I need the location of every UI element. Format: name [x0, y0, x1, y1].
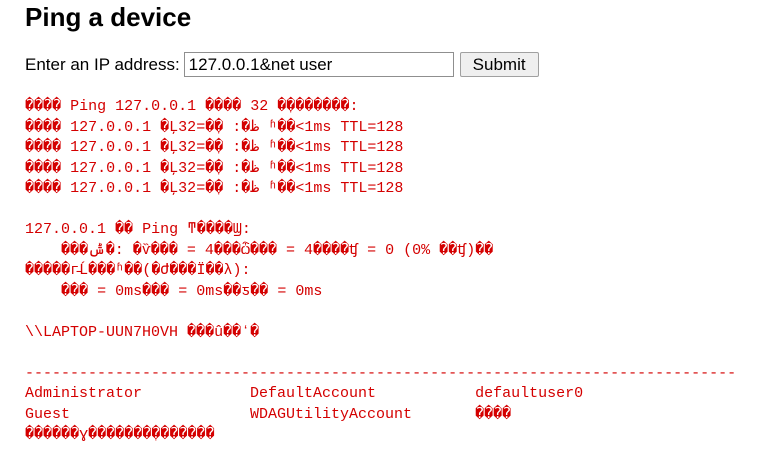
command-output: ���� Ping 127.0.0.1 ���� 32 �ֽ�������: �… — [25, 98, 737, 443]
submit-button[interactable]: Submit — [459, 52, 539, 77]
page: Ping a device Enter an IP address: Submi… — [0, 0, 766, 455]
ip-address-input[interactable] — [183, 52, 454, 77]
page-title: Ping a device — [25, 2, 192, 32]
ping-form: Enter an IP address: Submit — [25, 52, 539, 77]
ip-address-label: Enter an IP address: — [25, 54, 180, 74]
